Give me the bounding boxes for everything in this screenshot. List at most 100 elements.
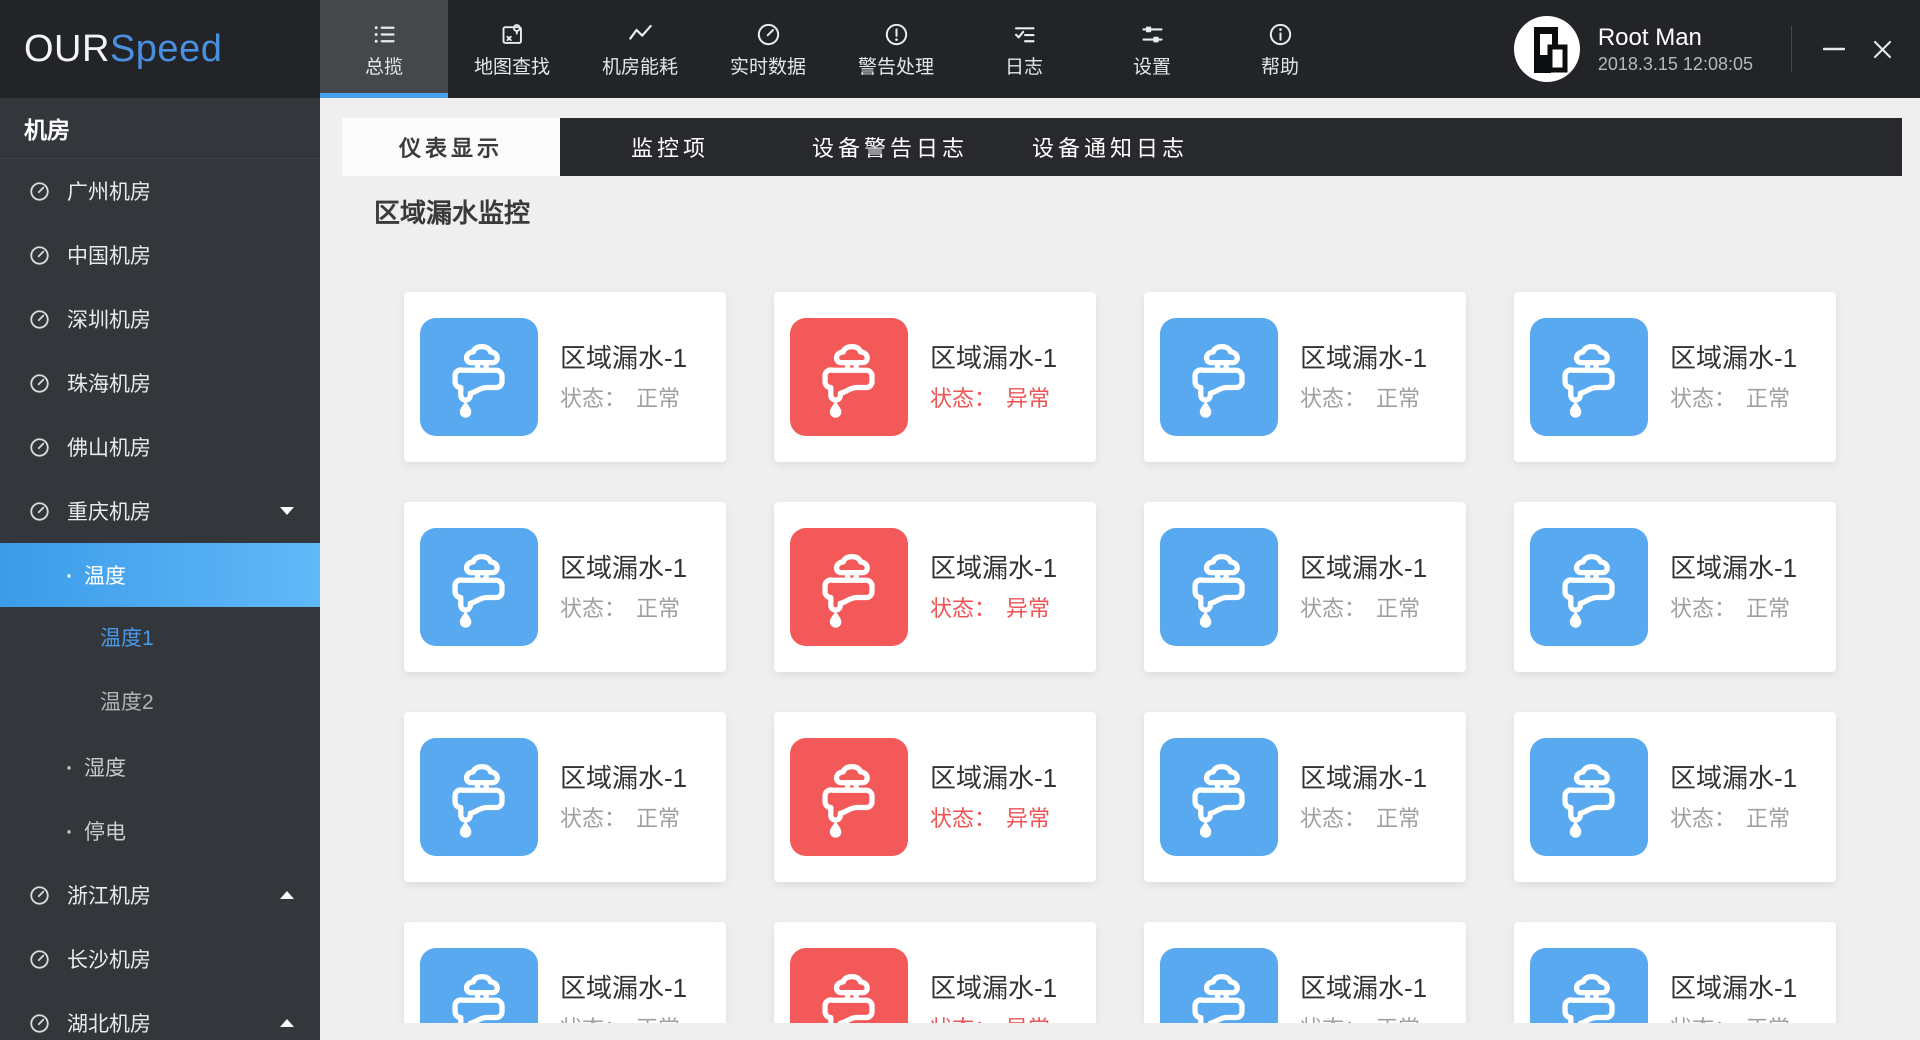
logo-text-speed: Speed <box>109 28 223 70</box>
device-card[interactable]: 区域漏水-1 状态： 异常 <box>774 292 1096 462</box>
gauge-icon <box>28 500 51 523</box>
faucet-icon <box>420 318 538 436</box>
device-title: 区域漏水-1 <box>1670 763 1798 793</box>
nav-item-label: 机房能耗 <box>601 56 678 78</box>
sidebar-item-zhuhai[interactable]: 珠海机房 <box>0 351 320 415</box>
device-card[interactable]: 区域漏水-1 状态： 正常 <box>1144 922 1466 1023</box>
faucet-icon <box>1160 948 1278 1023</box>
sidebar-item-changsha[interactable]: 长沙机房 <box>0 927 320 991</box>
device-status-value: 正常 <box>1376 386 1421 411</box>
device-card[interactable]: 区域漏水-1 状态： 正常 <box>1514 292 1836 462</box>
nav-item-label: 帮助 <box>1260 56 1299 78</box>
sidebar-subitem-temperature[interactable]: · 温度 <box>0 543 320 607</box>
device-card-text: 区域漏水-1 状态： 正常 <box>1670 971 1797 1023</box>
sidebar-item-shenzhen[interactable]: 深圳机房 <box>0 287 320 351</box>
device-status-value: 正常 <box>1746 596 1791 621</box>
device-status-label: 状态： <box>930 596 997 621</box>
top-nav: 总揽 地图查找 机房能耗 实时数据 警告处理 日志 设置 帮助 <box>320 0 1344 98</box>
faucet-icon <box>1160 318 1278 436</box>
device-card[interactable]: 区域漏水-1 状态： 异常 <box>774 922 1096 1023</box>
minimize-button[interactable] <box>1810 0 1858 98</box>
sidebar-item-zhongguo[interactable]: 中国机房 <box>0 223 320 287</box>
device-status-label: 状态： <box>1670 596 1737 621</box>
sidebar-subitem-temperature-1[interactable]: 温度1 <box>0 607 320 671</box>
device-card[interactable]: 区域漏水-1 状态： 异常 <box>774 502 1096 672</box>
device-card[interactable]: 区域漏水-1 状态： 正常 <box>404 712 726 882</box>
nav-item-label: 总揽 <box>364 56 403 78</box>
nav-item-realtime-data[interactable]: 实时数据 <box>704 0 832 98</box>
sidebar-item-label: 深圳机房 <box>67 309 151 332</box>
tab-device-notice-log[interactable]: 设备通知日志 <box>1000 118 1220 176</box>
faucet-icon <box>420 738 538 856</box>
sidebar-item-chongqing[interactable]: 重庆机房 <box>0 479 320 543</box>
nav-item-map-search[interactable]: 地图查找 <box>448 0 576 98</box>
device-card-text: 区域漏水-1 状态： 正常 <box>1670 551 1797 623</box>
alert-circle-icon <box>883 21 910 48</box>
device-status-label: 状态： <box>930 1016 996 1023</box>
device-status: 状态： 正常 <box>1670 1015 1797 1023</box>
sidebar-item-label: 珠海机房 <box>67 373 151 396</box>
sidebar: 机房 广州机房 中国机房 深圳机房 珠海机房 佛山机房 重庆机房 · 温度 温度… <box>0 98 320 1040</box>
user-avatar[interactable] <box>1513 16 1580 82</box>
sidebar-item-label: 广州机房 <box>67 181 151 204</box>
device-status-value: 正常 <box>636 1016 680 1023</box>
nav-item-label: 设置 <box>1132 56 1171 78</box>
sliders-icon <box>1139 21 1166 48</box>
device-card[interactable]: 区域漏水-1 状态： 正常 <box>404 292 726 462</box>
cards-scroll-area[interactable]: 区域漏水监控 区域漏水-1 状态： 正常 区域漏水-1 状态： 异常 区域漏水-… <box>320 176 1920 1023</box>
faucet-icon <box>1160 738 1278 856</box>
device-title: 区域漏水-1 <box>1300 343 1428 373</box>
nav-item-help[interactable]: 帮助 <box>1216 0 1344 98</box>
gauge-icon <box>28 372 51 395</box>
device-status-value: 正常 <box>1746 806 1791 831</box>
main-content: 仪表显示 监控项 设备警告日志 设备通知日志 区域漏水监控 区域漏水-1 状态：… <box>320 98 1920 1040</box>
device-title: 区域漏水-1 <box>930 553 1058 583</box>
device-card[interactable]: 区域漏水-1 状态： 正常 <box>1144 712 1466 882</box>
device-status-value: 正常 <box>1376 1016 1420 1023</box>
sidebar-item-foshan[interactable]: 佛山机房 <box>0 415 320 479</box>
tab-device-alert-log[interactable]: 设备警告日志 <box>780 118 1000 176</box>
device-status-label: 状态： <box>560 596 627 621</box>
device-status-value: 正常 <box>1746 1016 1790 1023</box>
device-status-value: 正常 <box>1376 596 1421 621</box>
current-datetime: 2018.3.15 12:08:05 <box>1597 54 1753 74</box>
device-title: 区域漏水-1 <box>1670 343 1798 373</box>
tab-monitor-items[interactable]: 监控项 <box>560 118 780 176</box>
sidebar-item-label: 长沙机房 <box>67 949 151 972</box>
faucet-icon <box>1530 318 1648 436</box>
device-card[interactable]: 区域漏水-1 状态： 正常 <box>1514 712 1836 882</box>
nav-item-energy[interactable]: 机房能耗 <box>576 0 704 98</box>
faucet-icon <box>1530 738 1648 856</box>
nav-item-alert-handling[interactable]: 警告处理 <box>832 0 960 98</box>
bullet-dot: · <box>64 558 74 591</box>
sidebar-section-title: 机房 <box>0 98 320 159</box>
tab-gauge-display[interactable]: 仪表显示 <box>342 118 560 176</box>
device-title: 区域漏水-1 <box>930 973 1058 1003</box>
sidebar-item-guangzhou[interactable]: 广州机房 <box>0 159 320 223</box>
device-card[interactable]: 区域漏水-1 状态： 正常 <box>404 922 726 1023</box>
device-status: 状态： 异常 <box>930 595 1057 623</box>
device-card[interactable]: 区域漏水-1 状态： 正常 <box>1144 292 1466 462</box>
nav-item-settings[interactable]: 设置 <box>1088 0 1216 98</box>
device-card[interactable]: 区域漏水-1 状态： 正常 <box>1514 922 1836 1023</box>
device-card[interactable]: 区域漏水-1 状态： 正常 <box>1144 502 1466 672</box>
device-card[interactable]: 区域漏水-1 状态： 异常 <box>774 712 1096 882</box>
device-status: 状态： 正常 <box>1300 595 1427 623</box>
chevron-down-icon <box>280 507 294 515</box>
device-card[interactable]: 区域漏水-1 状态： 正常 <box>404 502 726 672</box>
nav-item-overview[interactable]: 总揽 <box>320 0 448 98</box>
sidebar-subitem-humidity[interactable]: · 湿度 <box>0 735 320 799</box>
faucet-icon <box>420 528 538 646</box>
close-button[interactable] <box>1858 0 1906 98</box>
bullet-dot: · <box>64 814 74 847</box>
device-card-text: 区域漏水-1 状态： 异常 <box>930 971 1057 1023</box>
sidebar-item-hubei[interactable]: 湖北机房 <box>0 991 320 1040</box>
sidebar-item-zhejiang[interactable]: 浙江机房 <box>0 863 320 927</box>
device-card-text: 区域漏水-1 状态： 异常 <box>930 761 1057 833</box>
device-card[interactable]: 区域漏水-1 状态： 正常 <box>1514 502 1836 672</box>
sidebar-subitem-temperature-2[interactable]: 温度2 <box>0 671 320 735</box>
sidebar-subitem-power-outage[interactable]: · 停电 <box>0 799 320 863</box>
close-icon <box>1873 40 1891 58</box>
nav-item-logs[interactable]: 日志 <box>960 0 1088 98</box>
nav-item-label: 警告处理 <box>857 56 934 78</box>
